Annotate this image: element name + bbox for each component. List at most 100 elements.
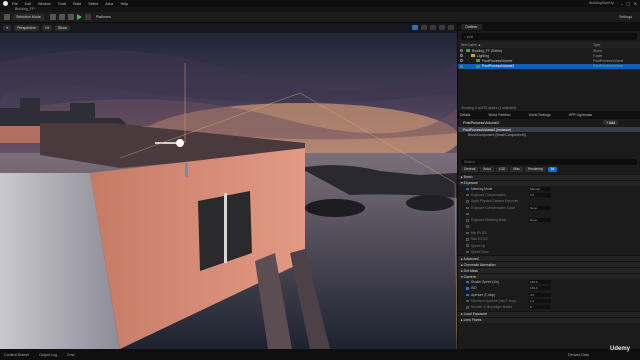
outliner-row[interactable]: PostProcessVolume2 PostProcessVolume <box>458 63 640 69</box>
filter-all[interactable]: All <box>547 166 558 172</box>
property-value-field[interactable]: 5 <box>529 305 551 310</box>
property-value-field[interactable]: None <box>529 205 551 210</box>
override-checkbox[interactable] <box>466 219 469 222</box>
menu-build[interactable]: Build <box>73 2 81 6</box>
play-icon[interactable] <box>76 14 82 20</box>
override-checkbox[interactable] <box>466 212 469 216</box>
visibility-eye-icon[interactable] <box>460 54 463 58</box>
project-tab[interactable]: Building_FF* <box>15 7 36 11</box>
override-checkbox[interactable] <box>466 231 469 235</box>
override-checkbox[interactable] <box>466 200 469 203</box>
menu-help[interactable]: Help <box>121 2 128 6</box>
maximize-icon[interactable]: ▢ <box>626 1 630 6</box>
viewport-scene[interactable] <box>0 23 457 349</box>
filter-misc[interactable]: Misc <box>510 166 523 172</box>
add-component-button[interactable]: + Add <box>603 120 618 126</box>
property-label: Max EV100 <box>471 237 488 242</box>
override-checkbox[interactable] <box>466 225 469 228</box>
override-checkbox[interactable] <box>466 299 469 303</box>
content-drawer-button[interactable]: Content Drawer <box>4 353 29 357</box>
menu-select[interactable]: Select <box>88 2 98 6</box>
platforms-label: Platforms <box>95 15 111 19</box>
window-title: BuildingStartUp <box>589 1 614 5</box>
output-log-button[interactable]: Output Log <box>39 353 57 357</box>
tab-hpr-lightmass[interactable]: HPR Lightmass <box>569 113 593 117</box>
override-checkbox[interactable] <box>466 193 469 197</box>
outliner-row-type: World <box>593 48 602 53</box>
status-bar: Content Drawer Output Log Cmd Derived Da… <box>0 349 640 360</box>
override-checkbox[interactable] <box>466 306 469 309</box>
property-value-field[interactable]: 160.0 <box>529 280 551 285</box>
minimize-icon[interactable]: – <box>621 1 623 6</box>
outliner-search-input[interactable]: ⌕ post <box>461 33 637 40</box>
override-checkbox[interactable] <box>466 250 469 254</box>
menu-window[interactable]: Window <box>38 2 51 6</box>
menu-actor[interactable]: Actor <box>105 2 113 6</box>
override-checkbox[interactable] <box>466 187 469 191</box>
blueprint-icon[interactable] <box>58 14 65 20</box>
scale-tool-icon[interactable] <box>430 25 436 30</box>
main-toolbar: Selection Mode Platforms Settings <box>0 12 640 23</box>
level-viewport[interactable]: ≡ Perspective Lit Show <box>0 23 457 349</box>
property-value-field[interactable]: 0.0 <box>529 193 551 198</box>
sun-gizmo[interactable] <box>176 139 184 147</box>
cinematics-icon[interactable] <box>67 14 74 20</box>
property-label: ISO <box>471 286 477 291</box>
item-label-column[interactable]: Item Label ▲ <box>461 43 481 47</box>
filter-rendering[interactable]: Rendering <box>524 166 546 172</box>
property-label: Number of diaphragm blades <box>471 305 513 310</box>
derived-data-button[interactable]: Derived Data <box>568 353 589 357</box>
property-value-field[interactable]: 100.0 <box>529 286 551 291</box>
override-checkbox[interactable] <box>466 287 469 290</box>
viewport-menu-button[interactable]: ≡ <box>3 25 12 31</box>
property-value-field[interactable]: 4.0 <box>529 292 551 297</box>
perspective-button[interactable]: Perspective <box>14 25 39 31</box>
translate-tool-icon[interactable] <box>412 25 418 30</box>
override-checkbox[interactable] <box>466 244 469 247</box>
grid-snap-icon[interactable] <box>439 25 445 30</box>
property-label: Apply Physical Camera Exposure <box>471 199 519 204</box>
camera-speed-icon[interactable] <box>448 25 454 30</box>
details-search-input[interactable]: Search <box>461 158 637 165</box>
rotate-tool-icon[interactable] <box>421 25 427 30</box>
override-checkbox[interactable] <box>466 206 469 210</box>
pause-icon[interactable] <box>84 14 91 20</box>
menu-edit[interactable]: Edit <box>25 2 31 6</box>
property-label: Speed Up <box>471 243 486 248</box>
property-value-field[interactable]: 1.2 <box>529 299 551 304</box>
cmd-input[interactable]: Cmd <box>67 353 75 357</box>
override-checkbox[interactable] <box>466 238 469 241</box>
section-lens-flares[interactable]: ▸ Lens Flares <box>458 316 640 323</box>
visibility-eye-icon[interactable] <box>460 64 463 68</box>
lit-button[interactable]: Lit <box>41 25 52 31</box>
settings-button[interactable]: Settings <box>619 15 632 19</box>
platforms-dropdown[interactable]: Platforms <box>96 15 111 19</box>
filter-general[interactable]: General <box>461 166 479 172</box>
property-label: Exposure Compensation Curve <box>471 205 516 210</box>
add-actor-icon[interactable] <box>49 14 56 20</box>
tab-world-partition[interactable]: World Partition <box>488 113 510 117</box>
filter-lod[interactable]: LOD <box>495 166 509 172</box>
selection-mode-dropdown[interactable]: Selection Mode <box>13 14 44 20</box>
override-checkbox[interactable] <box>466 280 469 284</box>
visibility-eye-icon[interactable] <box>460 59 463 63</box>
menu-tools[interactable]: Tools <box>58 2 66 6</box>
show-button[interactable]: Show <box>54 25 70 31</box>
override-checkbox[interactable] <box>466 293 469 296</box>
outliner-row-label: Building_FF (Editor) <box>472 48 503 53</box>
tab-details[interactable]: Details <box>460 113 470 117</box>
outliner-tab[interactable]: Outliner <box>461 24 482 30</box>
close-icon[interactable]: ✕ <box>634 1 637 6</box>
save-icon[interactable] <box>4 14 10 20</box>
player-start-marker[interactable] <box>185 163 188 177</box>
property-label: Maximum Aperture (min F-stop) <box>471 299 516 304</box>
components-spacer <box>458 138 640 156</box>
details-filters: General Actor LOD Misc Rendering All <box>461 166 637 172</box>
visibility-eye-icon[interactable] <box>460 49 463 53</box>
property-value-field[interactable]: None <box>529 218 551 223</box>
menu-file[interactable]: File <box>12 2 18 6</box>
tab-world-settings[interactable]: World Settings <box>529 113 551 117</box>
type-column[interactable]: Type <box>593 43 600 47</box>
property-value-field[interactable]: Manual <box>529 186 551 191</box>
filter-actor[interactable]: Actor <box>480 166 494 172</box>
